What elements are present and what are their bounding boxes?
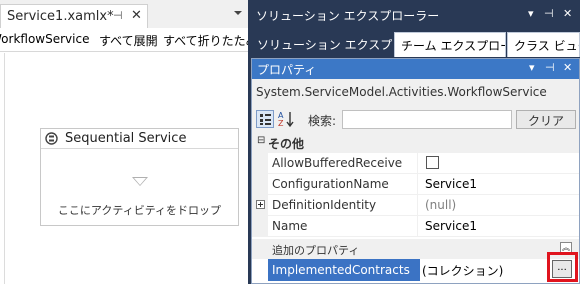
activity-title: Sequential Service xyxy=(65,131,187,146)
close-icon[interactable]: ✕ xyxy=(563,61,572,74)
clear-button[interactable]: クリア xyxy=(516,110,576,129)
solution-explorer-tabs: ソリューション エクスプロー... チーム エクスプローラー クラス ビュー xyxy=(251,30,580,57)
svg-text:Z: Z xyxy=(278,119,284,128)
allow-buffered-receive-checkbox[interactable] xyxy=(426,156,439,169)
chevron-down-icon[interactable]: ▾ xyxy=(528,7,534,20)
sequential-service-activity[interactable]: Sequential Service ここにアクティビティをドロップ xyxy=(40,128,239,226)
document-tab-title: Service1.xamlx* xyxy=(7,9,114,24)
row-gutter xyxy=(252,174,268,195)
document-tab-strip: Service1.xamlx* ⊣ ✕ xyxy=(0,0,248,28)
highlight-annotation xyxy=(547,252,578,282)
pin-icon[interactable]: ⊣ xyxy=(545,61,555,74)
category-label: その他 xyxy=(268,137,305,151)
solution-explorer-title: ソリューション エクスプローラー xyxy=(256,9,440,23)
pin-icon[interactable]: ⊣ xyxy=(113,9,123,22)
collapse-all-link[interactable]: すべて折りたたみ xyxy=(163,32,248,49)
close-icon[interactable]: ✕ xyxy=(131,8,142,23)
properties-titlebar: プロパティ ▾ ⊣ ✕ xyxy=(252,59,579,79)
property-row[interactable]: ConfigurationName Service1 xyxy=(252,174,579,195)
close-icon[interactable]: ✕ xyxy=(563,7,572,20)
workflow-designer-panel: Service1.xamlx* ⊣ ✕ WorkflowService すべて展… xyxy=(0,0,248,284)
property-value[interactable]: (コレクション) xyxy=(422,259,503,279)
expand-icon[interactable] xyxy=(256,200,265,209)
row-gutter xyxy=(252,216,268,237)
tab-class-view[interactable]: クラス ビュー xyxy=(507,32,580,57)
selected-property-row[interactable]: ImplementedContracts (コレクション) ... xyxy=(252,259,579,281)
categorized-view-icon[interactable] xyxy=(256,110,274,128)
pin-icon[interactable]: ⊣ xyxy=(544,7,554,20)
chevron-down-icon[interactable]: ▾ xyxy=(529,61,535,74)
alphabetical-sort-icon[interactable]: A Z xyxy=(277,110,295,128)
row-gutter xyxy=(252,195,268,216)
properties-title: プロパティ xyxy=(257,63,317,77)
additional-properties-header: 追加のプロパティ ︽ xyxy=(252,239,579,259)
drop-hint[interactable]: ここにアクティビティをドロップ xyxy=(41,202,238,218)
collapse-icon[interactable]: ⊟ xyxy=(257,135,265,146)
expand-all-link[interactable]: すべて展開 xyxy=(99,32,158,49)
properties-toolbar: A Z 検索: クリア xyxy=(252,109,579,131)
property-name: AllowBufferedReceive xyxy=(268,153,418,174)
property-name: Name xyxy=(268,216,418,237)
breadcrumb: WorkflowService すべて展開 すべて折りたたみ xyxy=(0,28,248,52)
property-name: ImplementedContracts xyxy=(268,259,420,281)
property-grid: ⊟ その他 AllowBufferedReceive Configuration… xyxy=(252,133,579,283)
additional-properties-label: 追加のプロパティ xyxy=(272,244,360,257)
solution-explorer-titlebar: ソリューション エクスプローラー ▾ ⊣ ✕ xyxy=(251,0,580,30)
property-row[interactable]: Name Service1 xyxy=(252,216,579,237)
search-label: 検索: xyxy=(308,114,337,128)
category-header[interactable]: ⊟ その他 xyxy=(252,133,579,153)
property-value[interactable] xyxy=(421,153,579,174)
property-value[interactable]: Service1 xyxy=(421,216,579,237)
properties-window: プロパティ ▾ ⊣ ✕ System.ServiceModel.Activiti… xyxy=(251,58,580,284)
row-gutter xyxy=(252,153,268,174)
activity-header: Sequential Service xyxy=(41,129,238,149)
property-row[interactable]: AllowBufferedReceive xyxy=(252,153,579,174)
tab-team-explorer[interactable]: チーム エクスプローラー xyxy=(394,32,506,57)
property-value[interactable]: (null) xyxy=(421,195,579,216)
property-name: ConfigurationName xyxy=(268,174,418,195)
breadcrumb-root[interactable]: WorkflowService xyxy=(0,32,89,46)
tab-solution-explorer[interactable]: ソリューション エクスプロー... xyxy=(251,32,392,57)
property-value[interactable]: Service1 xyxy=(421,174,579,195)
drop-arrow-icon xyxy=(132,177,148,186)
sequence-icon xyxy=(45,132,58,145)
search-input[interactable] xyxy=(342,110,512,129)
document-tab[interactable]: Service1.xamlx* ⊣ ✕ xyxy=(0,4,148,28)
property-row[interactable]: DefinitionIdentity (null) xyxy=(252,195,579,216)
property-name: DefinitionIdentity xyxy=(268,195,418,216)
chevron-down-icon[interactable] xyxy=(234,11,242,15)
selected-object-name[interactable]: System.ServiceModel.Activities.WorkflowS… xyxy=(256,85,547,99)
